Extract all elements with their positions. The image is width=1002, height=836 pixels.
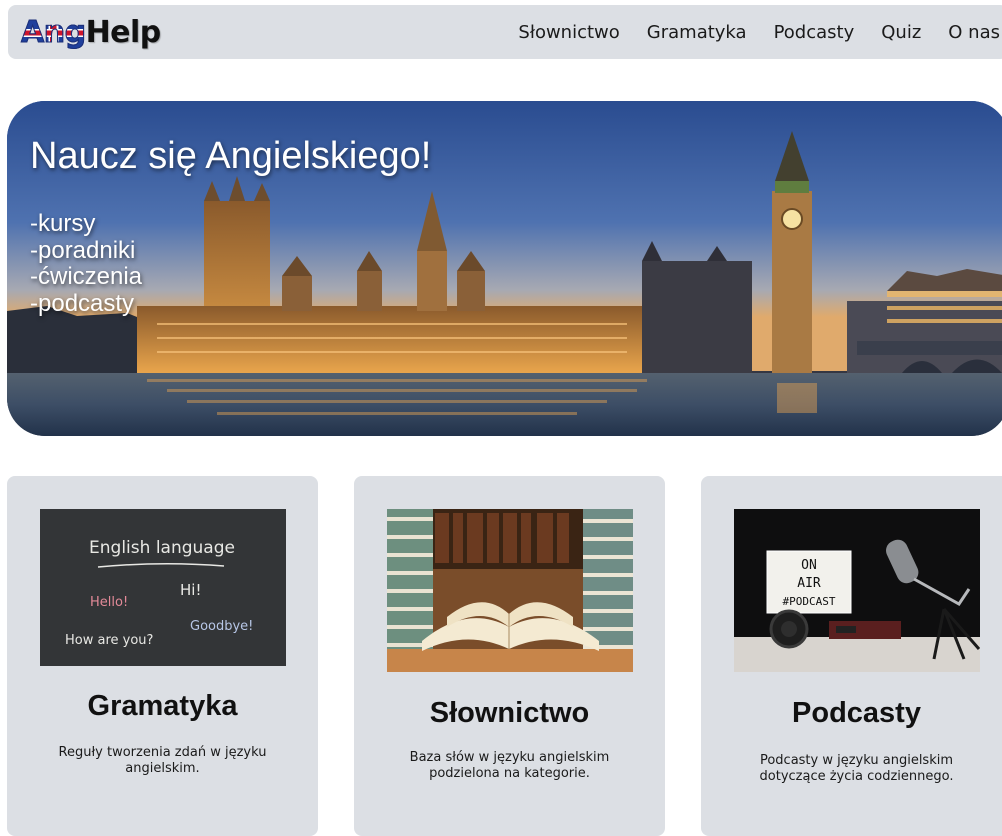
hero-list-item: -ćwiczenia [30, 263, 143, 290]
card-title: Słownictwo [429, 697, 590, 729]
books-image [387, 509, 633, 672]
open-book-illustration [387, 509, 633, 672]
chalk-text-goodbye: Goodbye! [190, 619, 253, 634]
navbar: Ang Help Słownictwo Gramatyka Podcasty Qu… [8, 5, 1002, 59]
podcast-image: ON AIR #PODCAST [734, 509, 980, 672]
nav-link-podcasty[interactable]: Podcasty [774, 22, 855, 43]
card-title: Gramatyka [87, 690, 238, 722]
nav-link-o-nas[interactable]: O nas [948, 22, 1000, 43]
chalkboard-illustration: English language Hi! Hello! Goodbye! How… [40, 509, 286, 666]
hero-list-item: -podcasty [30, 289, 135, 317]
card-description: Reguły tworzenia zdań w języku angielski… [58, 745, 267, 776]
card-slownictwo[interactable]: Słownictwo Baza słów w języku angielskim… [354, 476, 665, 836]
nav-link-quiz[interactable]: Quiz [881, 22, 921, 43]
chalk-text-how: How are you? [65, 633, 153, 648]
card-title: Podcasty [792, 697, 921, 729]
nav-menu: Słownictwo Gramatyka Podcasty Quiz O nas [518, 5, 1000, 59]
hero-title: Naucz się Angielskiego! [30, 135, 432, 177]
lightbox-text-podcast: #PODCAST [783, 595, 836, 608]
hero-banner: Naucz się Angielskiego! -kursy -poradnik… [7, 101, 1002, 436]
lightbox-text-on: ON [801, 558, 817, 573]
hero-list-item: -poradniki [30, 236, 136, 264]
card-description: Podcasty w języku angielskim dotyczące ż… [759, 753, 954, 784]
nav-link-gramatyka[interactable]: Gramatyka [647, 22, 747, 43]
podcast-studio-illustration: ON AIR #PODCAST [734, 509, 980, 672]
logo-flag-text: Ang [21, 14, 87, 52]
logo-text: Help [85, 15, 162, 50]
card-podcasty[interactable]: ON AIR #PODCAST Podcasty Podcasty w języ… [701, 476, 1002, 836]
site-logo[interactable]: Ang Help [21, 14, 161, 52]
hero-feature-list: -kursy -poradniki -ćwiczenia -podcasty [30, 210, 143, 317]
hero-list-item: -kursy [30, 210, 96, 237]
lightbox-text-air: AIR [797, 576, 821, 591]
chalk-text-heading: English language [89, 538, 235, 558]
chalk-text-hello: Hello! [90, 595, 128, 610]
card-gramatyka[interactable]: English language Hi! Hello! Goodbye! How… [7, 476, 318, 836]
chalkboard-image: English language Hi! Hello! Goodbye! How… [40, 509, 286, 666]
chalk-text-hi: Hi! [180, 581, 201, 599]
nav-link-slownictwo[interactable]: Słownictwo [518, 22, 619, 43]
card-description: Baza słów w języku angielskim podzielona… [409, 750, 610, 781]
